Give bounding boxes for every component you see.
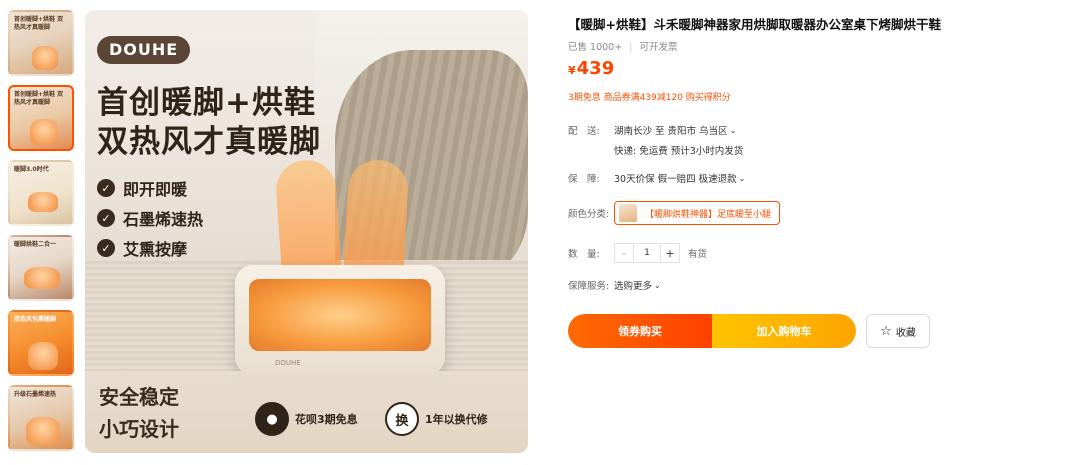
thumbnail-label: 双热风包裹暖脚 (14, 316, 57, 323)
foot-image (26, 417, 60, 445)
thumbnail-label: 升级石墨烯速热 (14, 391, 57, 398)
color-row: 颜色分类: 【暖脚烘鞋神器】足底暖至小腿 (568, 201, 781, 225)
quantity-label: 数 量: (568, 249, 600, 260)
feature-item: ✓ 石墨烯速热 (97, 206, 203, 230)
feature-list: ✓ 即开即暖 ✓ 石墨烯速热 ✓ 艾熏按摩 (97, 176, 203, 266)
separator: | (629, 42, 633, 53)
thumbnail-label: 首创暖脚+烘鞋 双热风才真暖脚 (14, 16, 64, 31)
headline-line-2: 双热风才真暖脚 (97, 124, 321, 160)
exchange-icon: 换 (385, 402, 419, 436)
price-value: 439 (576, 58, 615, 79)
huabei-icon: ● (255, 402, 289, 436)
main-product-image[interactable]: DOUHE DOUHE 首创暖脚+烘鞋 双热风才真暖脚 ✓ 即开即暖 ✓ 石墨烯… (85, 10, 528, 453)
quantity-stepper: - 1 + (614, 243, 680, 263)
feature-item: ✓ 即开即暖 (97, 176, 203, 200)
chevron-down-icon[interactable]: ⌄ (739, 174, 746, 183)
shipping-route[interactable]: 湖南长沙 至 贵阳市 乌当区 (614, 123, 728, 137)
quantity-input[interactable]: 1 (634, 243, 660, 263)
bottom-slogan: 安全稳定 小巧设计 (99, 381, 179, 445)
shipping-detail-row: 快递: 免运费 预计3小时内发货 (614, 143, 743, 157)
guarantee-row: 保 障: 30天价保 假一赔四 极速退款 ⌄ (568, 171, 746, 186)
shipping-label: 配 送: (568, 126, 600, 137)
invoice-text: 可开发票 (639, 42, 678, 53)
thumbnail-2[interactable]: 首创暖脚+烘鞋 双热风才真暖脚 (8, 85, 74, 151)
color-label: 颜色分类: (568, 209, 610, 220)
thumbnail-5[interactable]: 双热风包裹暖脚 (8, 310, 74, 376)
thumbnail-1[interactable]: 首创暖脚+烘鞋 双热风才真暖脚 (8, 10, 74, 76)
guarantee-value[interactable]: 30天价保 假一赔四 极速退款 (614, 171, 737, 185)
feature-item: ✓ 艾熏按摩 (97, 236, 203, 260)
check-icon: ✓ (97, 239, 115, 257)
bottom-slogan-line-2: 小巧设计 (99, 417, 179, 441)
foot-warmer-device: DOUHE (235, 265, 445, 375)
thumbnail-label: 暖脚烘鞋二合一 (14, 241, 57, 248)
installment-badge-label: 花呗3期免息 (295, 413, 358, 426)
service-label: 保障服务: (568, 281, 610, 292)
promo-text[interactable]: 3期免息 商品券满439减120 购买得积分 (568, 90, 731, 103)
heating-glow (249, 279, 431, 351)
device-image (28, 192, 58, 212)
bottom-slogan-line-1: 安全稳定 (99, 385, 179, 409)
decrease-button[interactable]: - (614, 243, 634, 263)
shipping-row: 配 送: 湖南长沙 至 贵阳市 乌当区 ⌄ (568, 123, 737, 138)
star-icon: ☆ (880, 323, 892, 339)
product-title: 【暖脚+烘鞋】斗禾暖脚神器家用烘脚取暖器办公室桌下烤脚烘干鞋 (568, 17, 941, 32)
thumbnail-6[interactable]: 升级石墨烯速热 (8, 385, 74, 451)
exchange-badge-label: 1年以换代修 (425, 413, 488, 426)
foot-image (30, 119, 58, 145)
thumbnail-3[interactable]: 暖脚3.0时代 (8, 160, 74, 226)
check-icon: ✓ (97, 209, 115, 227)
thumbnail-4[interactable]: 暖脚烘鞋二合一 (8, 235, 74, 301)
color-swatch (619, 204, 637, 222)
thumbnail-list: 首创暖脚+烘鞋 双热风才真暖脚 首创暖脚+烘鞋 双热风才真暖脚 暖脚3.0时代 … (8, 10, 74, 460)
increase-button[interactable]: + (660, 243, 680, 263)
sold-count: 已售 1000+ (568, 42, 623, 53)
chevron-down-icon[interactable]: ⌄ (730, 126, 737, 135)
add-to-cart-button[interactable]: 加入购物车 (712, 314, 856, 348)
feature-label: 艾熏按摩 (123, 240, 188, 259)
device-image (24, 267, 60, 289)
check-icon: ✓ (97, 179, 115, 197)
foot-image (28, 342, 58, 370)
foot-image (32, 46, 58, 70)
service-value[interactable]: 选购更多 (614, 278, 652, 292)
sales-info: 已售 1000+ | 可开发票 (568, 39, 677, 53)
guarantee-label: 保 障: (568, 174, 600, 185)
feature-label: 石墨烯速热 (123, 210, 204, 229)
thumbnail-label: 首创暖脚+烘鞋 双热风才真暖脚 (14, 91, 64, 106)
stock-status: 有货 (688, 249, 708, 260)
action-buttons: 领券购买 加入购物车 ☆ 收藏 (568, 314, 930, 348)
device-brand-text: DOUHE (275, 359, 301, 367)
currency-symbol: ¥ (568, 64, 576, 77)
quantity-row: 数 量: - 1 + 有货 (568, 243, 707, 263)
price: ¥439 (568, 58, 614, 79)
installment-badge: ● 花呗3期免息 (255, 402, 358, 436)
shipping-detail: 快递: 免运费 预计3小时内发货 (614, 146, 744, 157)
favorite-label: 收藏 (895, 327, 916, 339)
favorite-button[interactable]: ☆ 收藏 (866, 314, 930, 348)
exchange-badge: 换 1年以换代修 (385, 402, 488, 436)
headline-line-1: 首创暖脚+烘鞋 (97, 85, 316, 121)
chevron-down-icon[interactable]: ⌄ (654, 281, 661, 290)
color-option-selected[interactable]: 【暖脚烘鞋神器】足底暖至小腿 (614, 201, 781, 225)
color-option-label: 【暖脚烘鞋神器】足底暖至小腿 (645, 209, 772, 220)
service-row: 保障服务: 选购更多 ⌄ (568, 278, 661, 293)
feature-label: 即开即暖 (123, 180, 188, 199)
thumbnail-label: 暖脚3.0时代 (14, 166, 49, 173)
brand-logo: DOUHE (97, 36, 191, 64)
buy-now-button[interactable]: 领券购买 (568, 314, 712, 348)
